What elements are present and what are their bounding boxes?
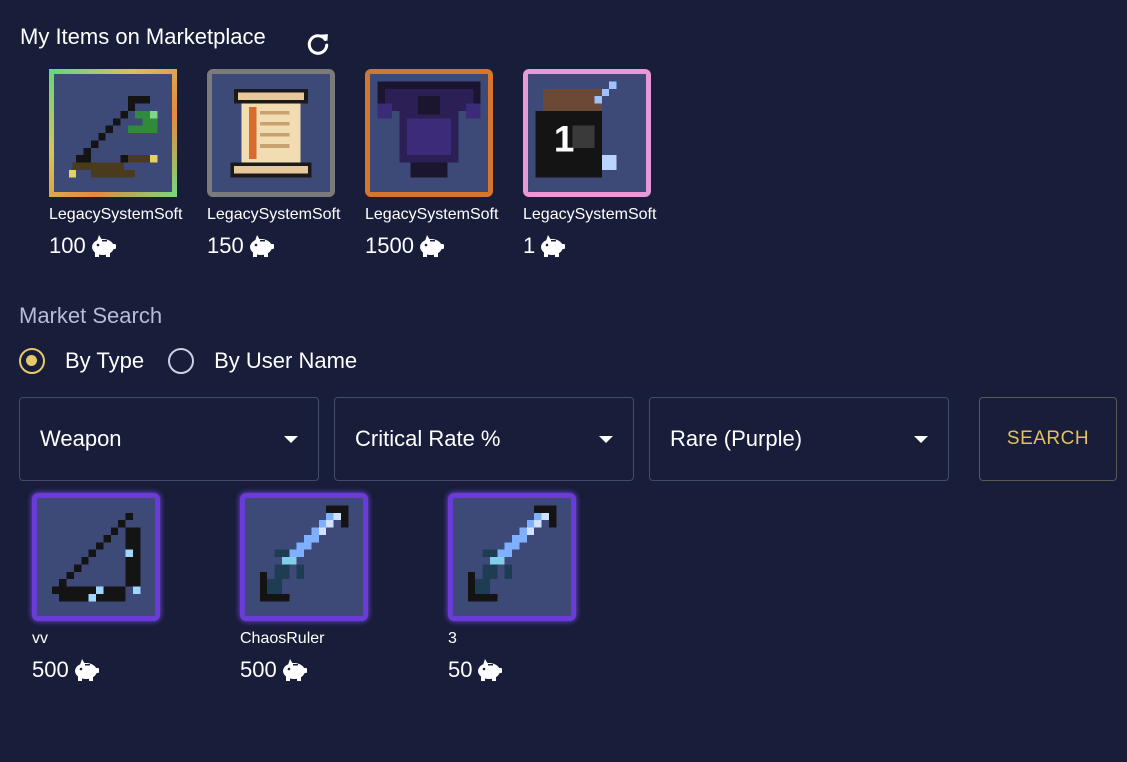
price-value: 50 [448, 657, 473, 682]
sword-icon [453, 498, 571, 616]
result-item-card[interactable]: vv 500 [32, 493, 160, 685]
stat-select[interactable]: Critical Rate % [334, 397, 634, 481]
item-seller-name: LegacySystemSoft [523, 206, 657, 223]
item-price: 500 [32, 655, 160, 685]
price-value: 500 [240, 657, 277, 682]
piggy-bank-icon [419, 235, 444, 257]
radio-label: By User Name [214, 348, 358, 373]
item-tile[interactable] [49, 69, 177, 197]
item-seller-name: LegacySystemSoft [365, 206, 499, 223]
select-value: Critical Rate % [355, 426, 501, 451]
item-tile[interactable] [207, 69, 335, 197]
piggy-bank-icon [541, 235, 566, 257]
result-item-card[interactable]: 3 50 [448, 493, 576, 685]
price-value: 100 [49, 233, 86, 258]
piggy-bank-icon [478, 659, 503, 681]
item-tile[interactable] [32, 493, 160, 621]
item-tile[interactable]: 1 [523, 69, 651, 197]
scroll-icon [212, 74, 330, 192]
item-seller-name: 3 [448, 630, 457, 647]
item-tile[interactable] [240, 493, 368, 621]
chevron-down-icon [599, 436, 613, 443]
price-value: 150 [207, 233, 244, 258]
my-item-card[interactable]: 1 LegacySystemSoft 1 [523, 69, 657, 261]
badge-number: 1 [554, 118, 575, 159]
my-item-card[interactable]: LegacySystemSoft 100 [49, 69, 183, 261]
item-tile[interactable] [365, 69, 493, 197]
my-item-card[interactable]: LegacySystemSoft 1500 [365, 69, 499, 261]
rarity-select[interactable]: Rare (Purple) [649, 397, 949, 481]
search-button[interactable]: SEARCH [979, 397, 1117, 481]
piggy-bank-icon [249, 235, 274, 257]
piggy-bank-icon [282, 659, 307, 681]
item-price: 500 [240, 655, 368, 685]
item-price: 100 [49, 231, 177, 261]
refresh-icon[interactable] [304, 30, 332, 58]
page-title: My Items on Marketplace [20, 24, 266, 49]
item-tile[interactable] [448, 493, 576, 621]
item-seller-name: ChaosRuler [240, 630, 325, 647]
price-value: 1 [523, 233, 536, 258]
search-mode-group: By Type By User Name [19, 348, 381, 374]
item-price: 150 [207, 231, 335, 261]
item-seller-name: LegacySystemSoft [49, 206, 183, 223]
piggy-bank-icon [74, 659, 99, 681]
select-value: Weapon [40, 426, 122, 451]
price-value: 500 [32, 657, 69, 682]
market-search-title: Market Search [19, 303, 163, 328]
radio-label: By Type [65, 348, 145, 373]
piggy-bank-icon [91, 235, 116, 257]
item-price: 1 [523, 231, 651, 261]
result-item-card[interactable]: ChaosRuler 500 [240, 493, 368, 685]
price-value: 1500 [365, 233, 414, 258]
armor-icon [370, 74, 488, 192]
radio-unselected-indicator[interactable] [168, 348, 195, 374]
chevron-down-icon [284, 436, 298, 443]
item-price: 1500 [365, 231, 493, 261]
item-seller-name: LegacySystemSoft [207, 206, 341, 223]
character-icon: 1 [528, 74, 646, 192]
select-value: Rare (Purple) [670, 426, 803, 451]
bow-icon [54, 74, 172, 192]
radio-selected-indicator[interactable] [19, 348, 45, 374]
sword-icon [245, 498, 363, 616]
radio-by-user-name[interactable]: By User Name [168, 348, 357, 374]
item-seller-name: vv [32, 630, 48, 647]
item-price: 50 [448, 655, 576, 685]
bow-icon [37, 498, 155, 616]
chevron-down-icon [914, 436, 928, 443]
radio-by-type[interactable]: By Type [19, 348, 144, 374]
type-select[interactable]: Weapon [19, 397, 319, 481]
marketplace-header: My Items on Marketplace [20, 24, 266, 50]
my-item-card[interactable]: LegacySystemSoft 150 [207, 69, 341, 261]
